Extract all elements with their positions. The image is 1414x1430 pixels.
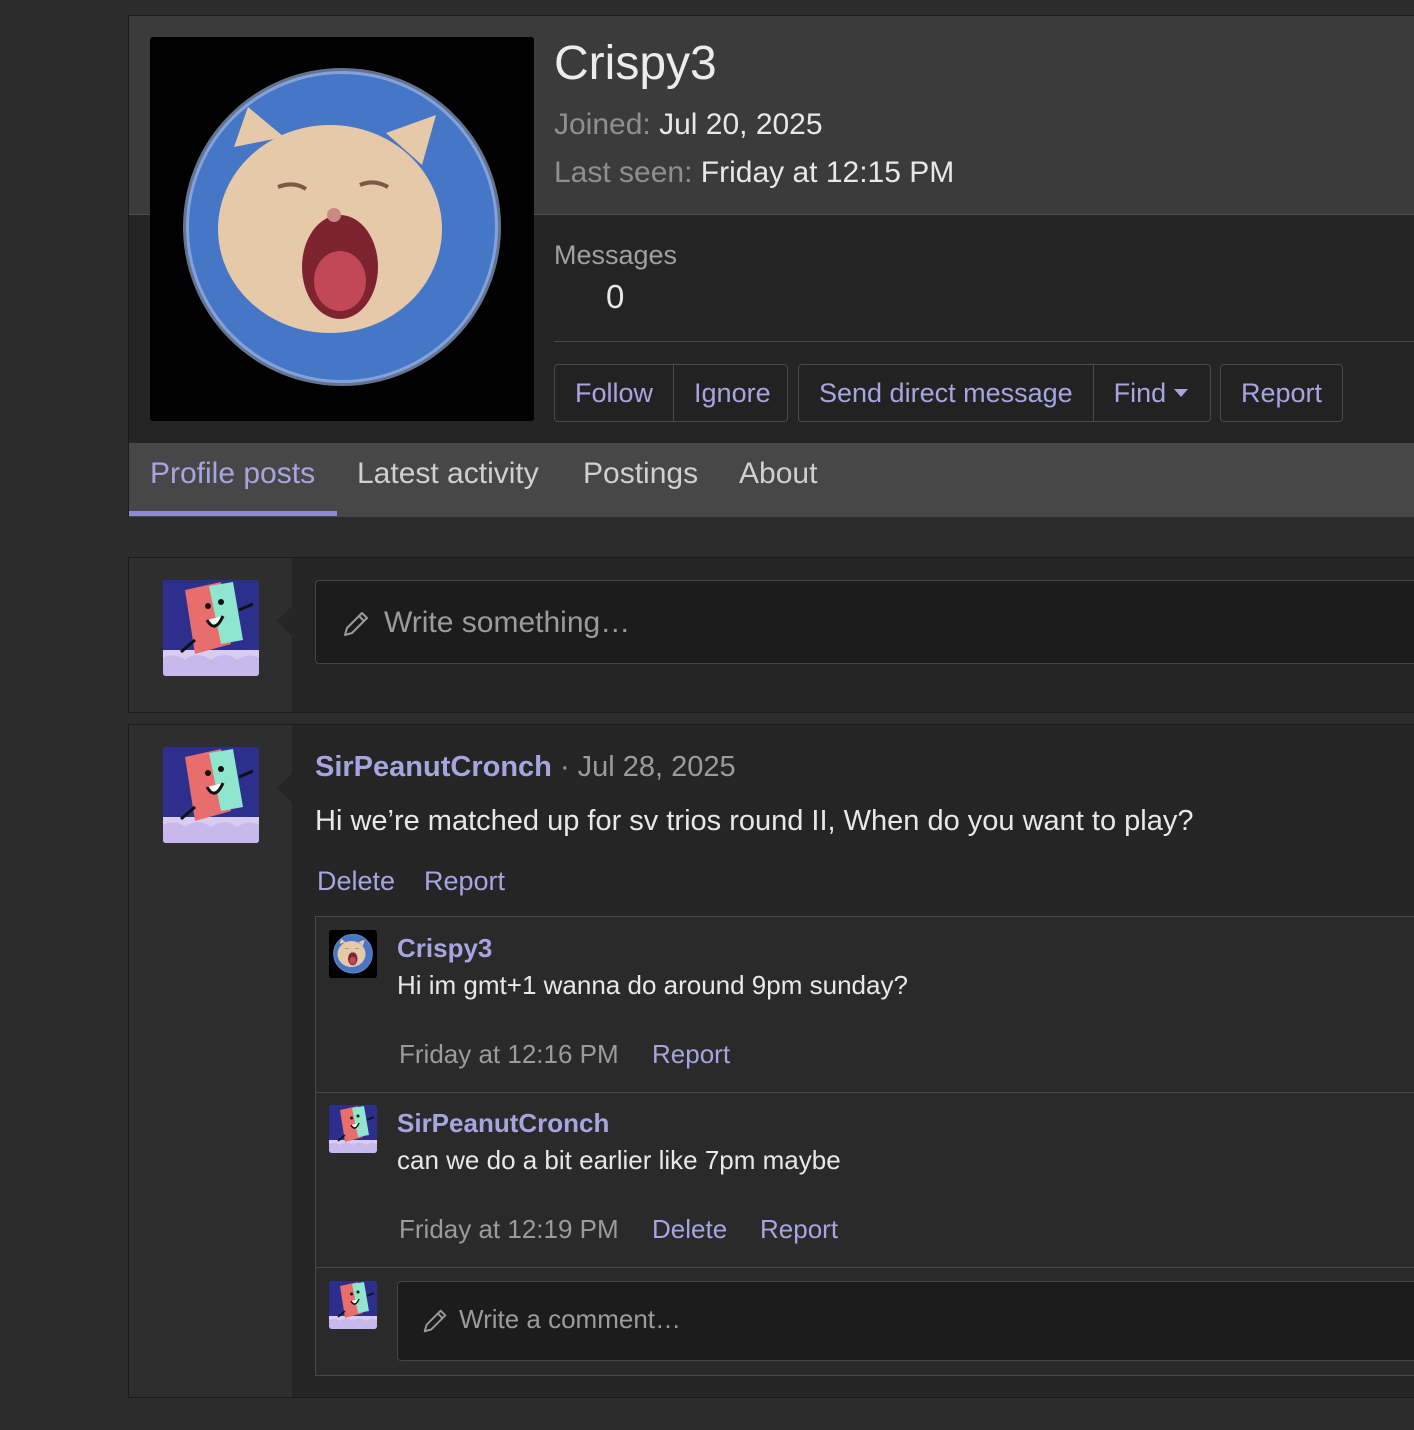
follow-button[interactable]: Follow	[555, 365, 673, 421]
comment-avatar-crispy3[interactable]	[329, 930, 377, 978]
comments-list: Crispy3 Hi im gmt+1 wanna do around 9pm …	[315, 916, 1414, 1376]
profile-post: SirPeanutCronch · Jul 28, 2025 Hi we’re …	[128, 724, 1414, 1398]
tab-postings[interactable]: Postings	[583, 457, 698, 491]
pencil-icon	[344, 612, 368, 636]
profile-avatar[interactable]	[150, 37, 534, 421]
composer-avatar[interactable]	[163, 580, 259, 676]
comment-delete-link[interactable]: Delete	[652, 1214, 727, 1245]
last-seen-line: Last seen: Friday at 12:15 PM	[554, 156, 954, 190]
composer-block: Write something…	[128, 557, 1414, 713]
comment-author[interactable]: Crispy3	[397, 933, 492, 964]
stats-divider	[554, 341, 1414, 342]
tab-latest-activity[interactable]: Latest activity	[357, 457, 539, 491]
comment-composer: Write a comment…	[316, 1268, 1414, 1376]
post-date[interactable]: Jul 28, 2025	[578, 751, 736, 783]
active-tab-indicator	[129, 511, 337, 516]
post-author-avatar[interactable]	[163, 747, 259, 843]
profile-username: Crispy3	[554, 37, 717, 90]
report-group: Report	[1220, 364, 1343, 422]
comment-composer-avatar[interactable]	[329, 1281, 377, 1329]
composer-notch	[277, 606, 292, 636]
comment-time[interactable]: Friday at 12:16 PM	[399, 1039, 619, 1070]
find-button[interactable]: Find	[1092, 365, 1209, 421]
comment-report-link[interactable]: Report	[652, 1039, 730, 1070]
tab-about[interactable]: About	[739, 457, 817, 491]
joined-value: Jul 20, 2025	[659, 108, 823, 141]
profile-header: Crispy3 Joined: Jul 20, 2025 Last seen: …	[128, 15, 1414, 517]
profile-tabs: Profile posts Latest activity Postings A…	[129, 443, 1414, 517]
find-label: Find	[1113, 377, 1167, 408]
last-seen-label: Last seen:	[554, 156, 693, 189]
comment-time[interactable]: Friday at 12:19 PM	[399, 1214, 619, 1245]
tab-profile-posts[interactable]: Profile posts	[150, 457, 315, 491]
caret-down-icon	[1174, 389, 1189, 397]
profile-post-input[interactable]: Write something…	[315, 580, 1414, 664]
comment-text: Hi im gmt+1 wanna do around 9pm sunday?	[397, 970, 908, 1000]
joined-line: Joined: Jul 20, 2025	[554, 108, 823, 142]
post-header: SirPeanutCronch · Jul 28, 2025	[315, 751, 736, 784]
comment-avatar-sirpeanutcronch[interactable]	[329, 1105, 377, 1153]
pencil-icon	[423, 1309, 447, 1333]
comment-text: can we do a bit earlier like 7pm maybe	[397, 1145, 841, 1175]
comment-author[interactable]: SirPeanutCronch	[397, 1108, 609, 1139]
send-dm-button[interactable]: Send direct message	[799, 365, 1093, 421]
comment-input[interactable]: Write a comment…	[397, 1281, 1414, 1361]
comment-report-link[interactable]: Report	[760, 1214, 838, 1245]
comment-divider	[316, 1092, 1414, 1093]
post-author-link[interactable]: SirPeanutCronch	[315, 751, 552, 783]
post-separator: ·	[559, 751, 570, 783]
messages-count[interactable]: 0	[606, 278, 624, 316]
last-seen-value: Friday at 12:15 PM	[700, 156, 955, 189]
post-delete-link[interactable]: Delete	[317, 866, 395, 897]
messages-label: Messages	[554, 240, 678, 270]
comment-placeholder: Write a comment…	[459, 1304, 682, 1334]
message-find-group: Send direct message Find	[798, 364, 1211, 422]
report-profile-button[interactable]: Report	[1221, 365, 1342, 421]
post-report-link[interactable]: Report	[424, 866, 505, 897]
post-body: Hi we’re matched up for sv trios round I…	[315, 805, 1194, 837]
joined-label: Joined:	[554, 108, 651, 141]
follow-ignore-group: Follow Ignore	[554, 364, 788, 422]
post-placeholder: Write something…	[384, 606, 631, 639]
post-notch	[277, 773, 292, 803]
ignore-button[interactable]: Ignore	[673, 365, 791, 421]
